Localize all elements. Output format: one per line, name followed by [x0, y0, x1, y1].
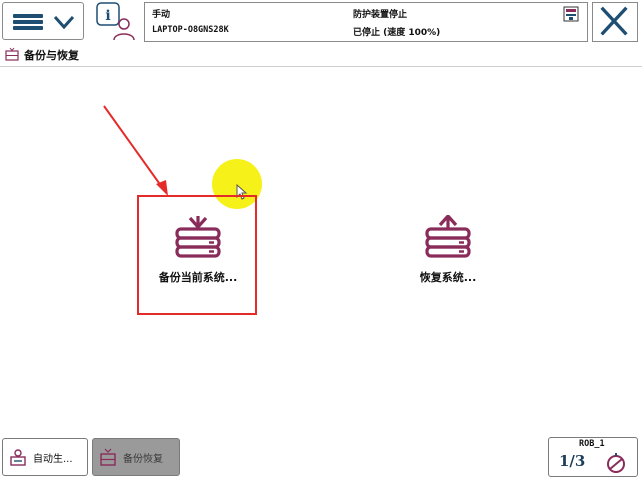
motors-state: 已停止 (速度 100%): [353, 28, 441, 38]
close-icon: [600, 6, 628, 36]
task-backup-restore[interactable]: 备份恢复: [92, 438, 180, 476]
status-icon: [563, 6, 579, 22]
backup-restore-icon: [100, 448, 116, 466]
restore-icon: [425, 215, 471, 258]
top-bar: i 手动 LAPTOP-O8GNS28K 防护装置停止 已停止 (速度 100%…: [0, 0, 642, 44]
safety-state: 防护装置停止: [353, 10, 408, 20]
page-title: 备份与恢复: [24, 49, 79, 62]
restore-system-label: 恢复系统...: [419, 271, 477, 284]
operating-mode: 手动: [152, 10, 171, 20]
task-auto-label: 自动生...: [33, 453, 73, 465]
status-panel[interactable]: 手动 LAPTOP-O8GNS28K 防护装置停止 已停止 (速度 100%): [144, 2, 588, 42]
main-menu-button[interactable]: [2, 2, 84, 40]
increment-fraction: 1/3: [559, 452, 586, 470]
backup-restore-icon: [5, 47, 19, 61]
info-user-icon[interactable]: i: [96, 2, 136, 42]
auto-production-icon: [10, 449, 26, 466]
menu-icon: [13, 14, 43, 30]
controller-name: LAPTOP-O8GNS28K: [152, 25, 229, 35]
annotation-arrow: [103, 105, 168, 196]
taskbar: 自动生... 备份恢复 ROB_1 1/3: [0, 434, 642, 480]
mechanical-unit-label: ROB_1: [579, 439, 605, 449]
svg-text:i: i: [105, 8, 110, 24]
main-content: [0, 67, 642, 434]
task-auto-production[interactable]: 自动生...: [2, 438, 88, 476]
speed-icon: [607, 453, 625, 473]
chevron-down-icon: [53, 15, 75, 30]
page-title-bar: 备份与恢复: [0, 44, 642, 67]
close-button[interactable]: [592, 2, 638, 42]
task-backup-restore-label: 备份恢复: [123, 453, 163, 465]
restore-system-button[interactable]: 恢复系统...: [388, 215, 508, 325]
annotation-highlight-box: [137, 195, 257, 315]
quickset-button[interactable]: ROB_1 1/3: [548, 437, 638, 477]
